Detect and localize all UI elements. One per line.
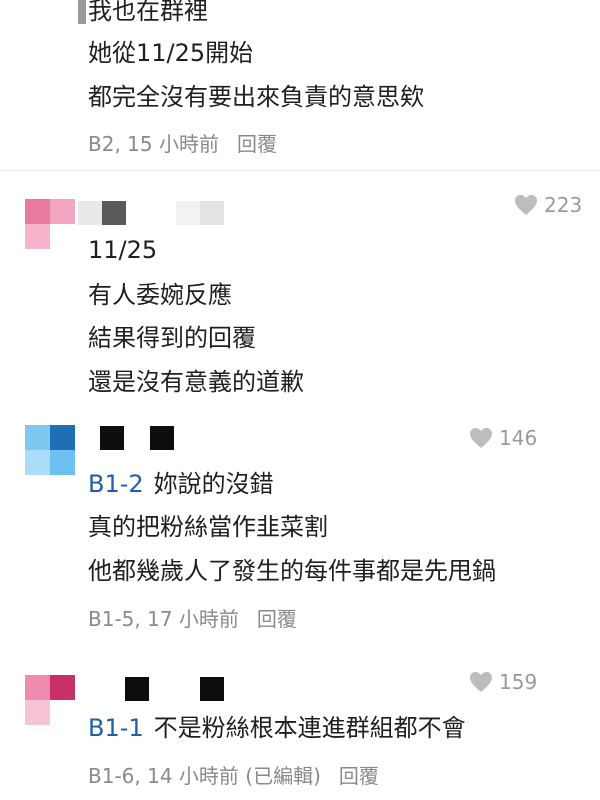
comment-b1-6-mention-link[interactable]: B1-1: [88, 714, 144, 742]
comment-b1-6-username-redacted[interactable]: [125, 677, 235, 701]
comment-b1-6-like-count: 159: [499, 670, 538, 694]
comment-b1-line-1: 11/25: [88, 236, 158, 264]
comment-b1-username-redacted[interactable]: [78, 201, 228, 225]
avatar-pixel: [50, 450, 75, 475]
avatar-pixel: [50, 199, 75, 224]
avatar-pixel: [25, 199, 50, 224]
comment-b1-avatar[interactable]: [25, 199, 75, 249]
comment-b1-6-reply-button[interactable]: 回覆: [339, 764, 379, 788]
redaction-block: [150, 426, 174, 450]
heart-icon: [470, 428, 492, 448]
comment-b1-5-avatar[interactable]: [25, 425, 75, 475]
comment-b1-5-line-2: 真的把粉絲當作韭菜割: [88, 513, 328, 541]
redaction-block: [78, 201, 102, 225]
comment-b1-like-count: 223: [544, 193, 583, 217]
heart-icon: [470, 672, 492, 692]
comment-b1-5-line-1-text: 妳說的沒錯: [153, 470, 274, 498]
avatar-pixel: [25, 224, 50, 249]
comment-b1-6-line-1: B1-1 不是粉絲根本連進群組都不會: [88, 713, 466, 743]
comment-b1-5-line-1: B1-2 妳說的沒錯: [88, 469, 274, 499]
avatar-pixel: [25, 675, 50, 700]
redaction-block: [102, 201, 126, 225]
redaction-block: [200, 677, 224, 701]
comment-b1-6-avatar[interactable]: [25, 675, 75, 725]
comment-b1-5-line-3: 他都幾歲人了發生的每件事都是先甩鍋: [88, 557, 496, 585]
comment-b2-meta-text: B2, 15 小時前: [88, 132, 219, 156]
comment-b2-meta: B2, 15 小時前 回覆: [88, 131, 277, 157]
comment-b2-line-2: 她從11/25開始: [88, 39, 254, 67]
divider-1: [0, 170, 600, 171]
comment-b2-line-1: 我也在群裡: [88, 0, 208, 25]
avatar-pixel: [50, 700, 75, 725]
comment-b1-5-meta: B1-5, 17 小時前 回覆: [88, 606, 297, 632]
avatar-pixel: [25, 450, 50, 475]
redaction-block: [176, 201, 200, 225]
comment-b1-line-4: 還是沒有意義的道歉: [88, 368, 304, 396]
heart-icon: [515, 195, 537, 215]
redaction-block: [125, 677, 149, 701]
comment-b1-6-meta: B1-6, 14 小時前 (已編輯) 回覆: [88, 763, 379, 789]
comment-b2-line-3: 都完全沒有要出來負責的意思欸: [88, 83, 424, 111]
avatar-pixel: [50, 675, 75, 700]
avatar-pixel: [25, 700, 50, 725]
comment-b1-6-like-button[interactable]: 159: [469, 670, 537, 694]
redaction-block: [100, 426, 124, 450]
comment-b1-5-meta-text: B1-5, 17 小時前: [88, 607, 239, 631]
comment-b1-like-button[interactable]: 223: [514, 193, 582, 217]
avatar-pixel: [50, 425, 75, 450]
avatar-pixel: [25, 425, 50, 450]
redaction-block: [200, 201, 224, 225]
comment-b1-5-mention-link[interactable]: B1-2: [88, 470, 144, 498]
comment-b1-5-like-button[interactable]: 146: [469, 426, 537, 450]
comment-b1-6-line-1-text: 不是粉絲根本連進群組都不會: [153, 714, 466, 742]
comment-b1-5-reply-button[interactable]: 回覆: [257, 607, 297, 631]
comment-b1-5-like-count: 146: [499, 426, 538, 450]
comment-b1-5-username-redacted[interactable]: [100, 426, 180, 450]
comment-b1-line-3: 結果得到的回覆: [88, 324, 256, 352]
comment-b2-reply-button[interactable]: 回覆: [237, 132, 277, 156]
comment-b1-line-2: 有人委婉反應: [88, 281, 232, 309]
scroll-indicator: [78, 0, 86, 24]
avatar-pixel: [50, 224, 75, 249]
comment-b1-6-meta-text: B1-6, 14 小時前 (已編輯): [88, 764, 321, 788]
